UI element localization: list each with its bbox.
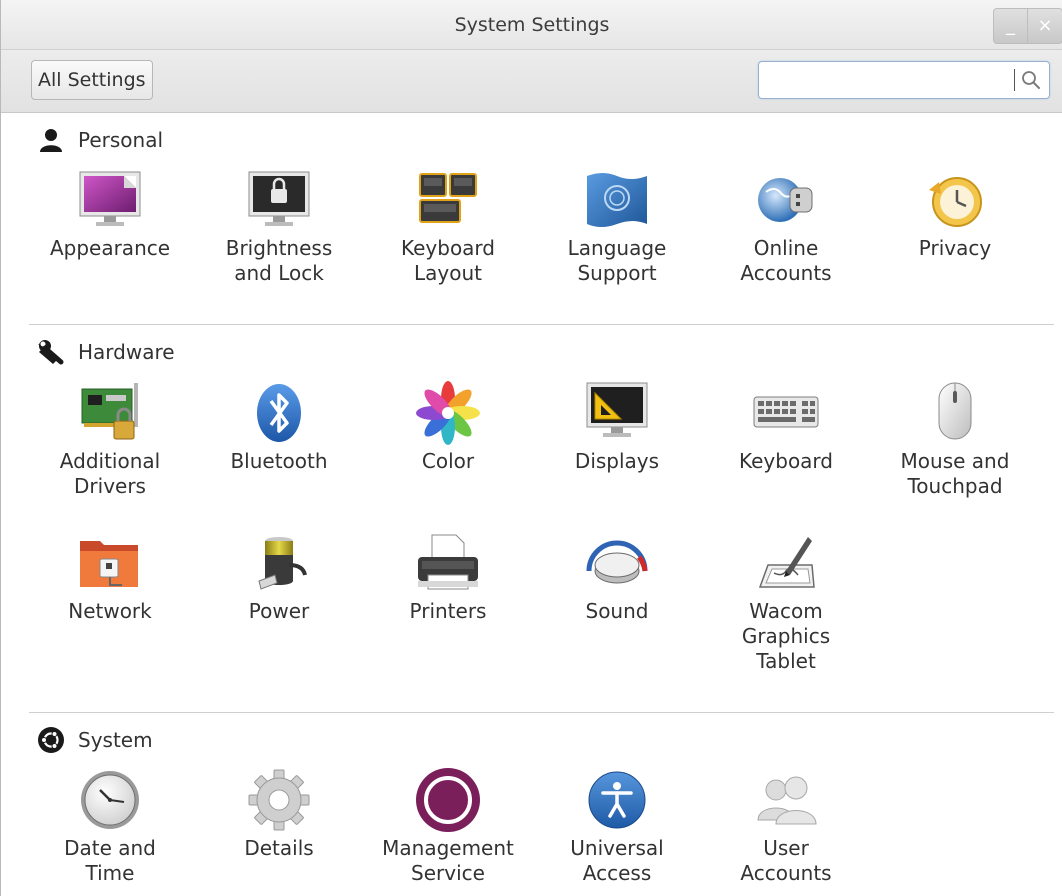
battery-plug-icon [258, 537, 307, 590]
person-icon [40, 129, 62, 152]
item-language-support[interactable]: Language Support [533, 168, 701, 308]
privacy-clock-icon [929, 177, 982, 227]
all-settings-button[interactable]: All Settings [31, 60, 153, 100]
item-additional-drivers-label: Additional Drivers [59, 449, 161, 498]
item-power[interactable]: Power [195, 531, 363, 671]
online-accounts-icon [758, 178, 813, 222]
window-title: System Settings [454, 14, 610, 36]
section-hardware-header: Hardware [37, 337, 175, 367]
section-personal-header: Personal [37, 125, 163, 155]
section-system-label: System [78, 728, 153, 752]
item-color-label: Color [421, 449, 475, 473]
toolbar: All Settings [1, 50, 1062, 113]
bluetooth-icon [257, 384, 301, 442]
item-details-label: Details [244, 836, 314, 860]
search-box[interactable] [758, 61, 1050, 99]
item-mouse-touchpad-label: Mouse and Touchpad [900, 449, 1010, 498]
section-system-header: System [37, 725, 153, 755]
printer-icon [418, 534, 478, 590]
item-bluetooth[interactable]: Bluetooth [195, 381, 363, 521]
section-hardware-label: Hardware [78, 340, 175, 364]
keyboard-icon [753, 396, 819, 428]
item-bluetooth-label: Bluetooth [230, 449, 328, 473]
brightness-lock-icon [248, 171, 310, 226]
settings-content: Personal Appearance Brightness and Lock … [1, 113, 1062, 896]
item-appearance-label: Appearance [49, 236, 171, 260]
item-privacy[interactable]: Privacy [871, 168, 1039, 308]
gear-icon [248, 769, 310, 831]
item-appearance[interactable]: Appearance [26, 168, 194, 308]
item-user-accounts-label: User Accounts [740, 836, 832, 885]
item-displays-label: Displays [574, 449, 660, 473]
item-mouse-touchpad[interactable]: Mouse and Touchpad [871, 381, 1039, 521]
item-online-accounts[interactable]: Online Accounts [702, 168, 870, 308]
item-keyboard-label: Keyboard [738, 449, 833, 473]
graphics-tablet-icon [758, 537, 815, 588]
text-caret [1014, 69, 1015, 91]
network-folder-icon [80, 541, 138, 587]
close-button[interactable]: × [1028, 8, 1062, 44]
search-input[interactable] [765, 66, 1009, 96]
ubuntu-logo-icon [38, 727, 64, 753]
divider-personal-hardware [29, 324, 1054, 325]
accessibility-icon [588, 771, 646, 829]
item-color[interactable]: Color [364, 381, 532, 521]
item-printers-label: Printers [409, 599, 487, 623]
item-date-time[interactable]: Date and Time [26, 768, 194, 896]
item-network[interactable]: Network [26, 531, 194, 671]
section-personal-label: Personal [78, 128, 164, 152]
users-icon [757, 776, 817, 825]
clock-icon [81, 771, 139, 829]
item-universal-access-label: Universal Access [570, 836, 664, 885]
item-displays[interactable]: Displays [533, 381, 701, 521]
item-printers[interactable]: Printers [364, 531, 532, 671]
item-management-service-label: Management Service [382, 836, 514, 885]
search-icon[interactable] [1019, 68, 1043, 92]
item-language-support-label: Language Support [567, 236, 667, 285]
divider-hardware-system [29, 712, 1054, 713]
item-date-time-label: Date and Time [64, 836, 156, 885]
color-flower-icon [416, 381, 480, 445]
window-controls: _ × [993, 8, 1062, 44]
appearance-icon [79, 171, 141, 226]
item-user-accounts[interactable]: User Accounts [702, 768, 870, 896]
item-details[interactable]: Details [195, 768, 363, 896]
wrench-icon [38, 340, 64, 365]
language-flag-icon [587, 173, 647, 227]
item-keyboard[interactable]: Keyboard [702, 381, 870, 521]
management-ring-icon [416, 768, 480, 832]
drivers-board-icon [81, 383, 138, 440]
item-brightness-lock-label: Brightness and Lock [225, 236, 333, 285]
sound-knob-icon [586, 540, 648, 584]
item-management-service[interactable]: Management Service [364, 768, 532, 896]
item-brightness-lock[interactable]: Brightness and Lock [195, 168, 363, 308]
item-network-label: Network [68, 599, 152, 623]
item-keyboard-layout-label: Keyboard Layout [400, 236, 495, 285]
item-wacom-tablet[interactable]: Wacom Graphics Tablet [702, 531, 870, 673]
display-monitor-icon [586, 382, 648, 437]
title-bar[interactable]: System Settings _ × [1, 0, 1062, 50]
item-additional-drivers[interactable]: Additional Drivers [26, 381, 194, 521]
item-sound-label: Sound [585, 599, 649, 623]
item-sound[interactable]: Sound [533, 531, 701, 671]
mouse-icon [938, 382, 972, 440]
system-settings-window: System Settings _ × All Settings Persona… [0, 0, 1062, 896]
item-privacy-label: Privacy [918, 236, 992, 260]
item-keyboard-layout[interactable]: Keyboard Layout [364, 168, 532, 308]
item-wacom-tablet-label: Wacom Graphics Tablet [741, 599, 831, 673]
item-online-accounts-label: Online Accounts [740, 236, 832, 285]
minimize-button[interactable]: _ [993, 8, 1028, 44]
item-universal-access[interactable]: Universal Access [533, 768, 701, 896]
item-power-label: Power [248, 599, 310, 623]
keyboard-layout-icon [419, 173, 477, 223]
